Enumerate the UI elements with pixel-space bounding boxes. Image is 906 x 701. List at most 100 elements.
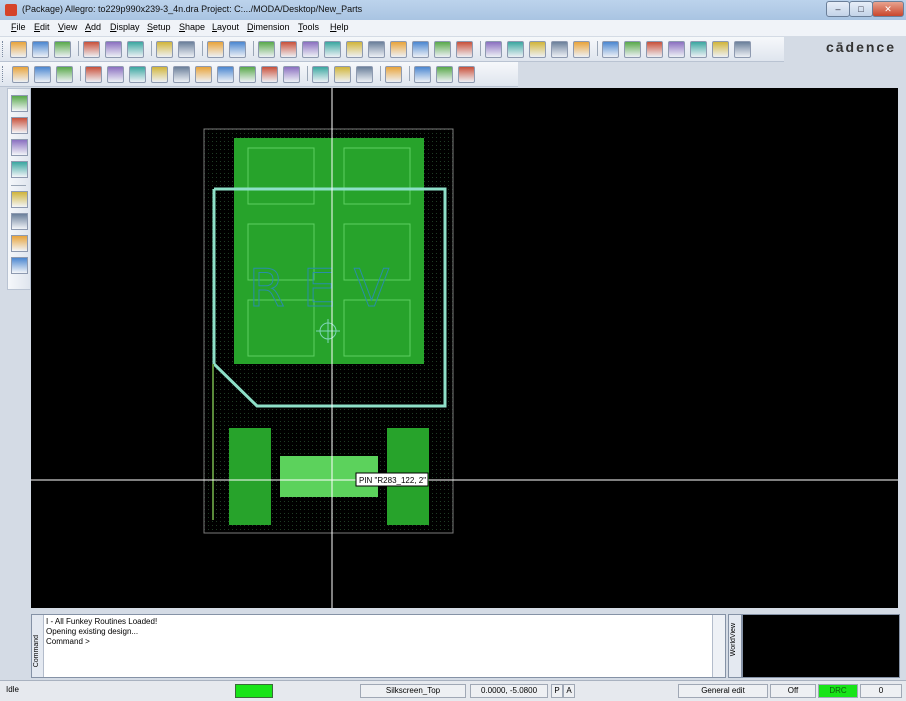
status-active-layer[interactable]: Silkscreen_Top xyxy=(360,684,466,698)
text-edit-icon[interactable] xyxy=(11,257,28,274)
toolbar-separator xyxy=(253,41,254,56)
menu-layout[interactable]: Layout xyxy=(212,22,239,32)
report-icon[interactable] xyxy=(436,66,453,83)
print-icon[interactable] xyxy=(734,41,751,58)
stack-icon[interactable] xyxy=(551,41,568,58)
grid-icon[interactable] xyxy=(485,41,502,58)
zoom-world-icon[interactable] xyxy=(324,41,341,58)
undo-icon[interactable] xyxy=(156,41,173,58)
properties-icon[interactable] xyxy=(646,41,663,58)
line-draw-icon[interactable] xyxy=(11,191,28,208)
via-icon[interactable] xyxy=(34,66,51,83)
worldview-tab-label: WorldView xyxy=(730,623,737,657)
circle-icon[interactable] xyxy=(151,66,168,83)
pin-icon[interactable] xyxy=(12,66,29,83)
square-icon[interactable] xyxy=(239,66,256,83)
zoom-previous-icon[interactable] xyxy=(390,41,407,58)
select-icon[interactable] xyxy=(173,66,190,83)
unfix-icon[interactable] xyxy=(229,41,246,58)
shape-icon[interactable] xyxy=(56,66,73,83)
status-a-button[interactable]: A xyxy=(563,684,575,698)
layer-icon[interactable] xyxy=(507,41,524,58)
pad-1[interactable] xyxy=(229,428,271,525)
console-scrollbar[interactable] xyxy=(712,615,725,677)
open-icon[interactable] xyxy=(32,41,49,58)
left-toolbar xyxy=(7,88,31,290)
toolbar-grip[interactable] xyxy=(2,41,6,57)
move-icon[interactable] xyxy=(83,41,100,58)
status-off: Off xyxy=(770,684,816,698)
command-prompt[interactable]: Command > xyxy=(46,637,90,646)
maximize-button[interactable]: □ xyxy=(849,1,873,17)
fix-icon[interactable] xyxy=(207,41,224,58)
3d-view-icon[interactable] xyxy=(434,41,451,58)
status-drc[interactable]: DRC xyxy=(818,684,858,698)
zoom-in-icon[interactable] xyxy=(280,41,297,58)
color-icon[interactable] xyxy=(456,41,473,58)
console-tab[interactable]: Command xyxy=(32,615,44,677)
line-icon[interactable] xyxy=(107,66,124,83)
worldview-tab[interactable]: WorldView xyxy=(728,614,742,678)
help-icon[interactable] xyxy=(458,66,475,83)
toolbar-separator xyxy=(151,41,152,56)
menu-setup[interactable]: Setup xyxy=(147,22,171,32)
worldview-panel[interactable] xyxy=(742,614,900,678)
info-icon[interactable] xyxy=(602,41,619,58)
text-add-icon[interactable] xyxy=(11,235,28,252)
rect-draw-icon[interactable] xyxy=(11,213,28,230)
shadow-icon[interactable] xyxy=(529,41,546,58)
toolbar-separator xyxy=(409,66,410,81)
measure-icon[interactable] xyxy=(624,41,641,58)
menu-shape[interactable]: Shape xyxy=(179,22,205,32)
menu-add[interactable]: Add xyxy=(85,22,101,32)
snapshot-icon[interactable] xyxy=(385,66,402,83)
component-icon[interactable] xyxy=(312,66,329,83)
menu-file[interactable]: File xyxy=(11,22,26,32)
text-icon[interactable] xyxy=(11,139,28,156)
rect-icon[interactable] xyxy=(129,66,146,83)
menu-help[interactable]: Help xyxy=(330,22,349,32)
menu-view[interactable]: View xyxy=(58,22,77,32)
round-icon[interactable] xyxy=(261,66,278,83)
width-icon[interactable] xyxy=(356,66,373,83)
toolbar-grip[interactable] xyxy=(2,66,6,82)
dimension-icon[interactable] xyxy=(85,66,102,83)
ratsnest-icon[interactable] xyxy=(712,41,729,58)
delete-icon[interactable] xyxy=(127,41,144,58)
zoom-fit-icon[interactable] xyxy=(368,41,385,58)
menu-dimension[interactable]: Dimension xyxy=(247,22,290,32)
view-icon[interactable] xyxy=(573,41,590,58)
pin-tooltip-text: PIN "R283_122, 2" xyxy=(359,476,426,485)
height-icon[interactable] xyxy=(334,66,351,83)
copy-icon[interactable] xyxy=(105,41,122,58)
cadence-logo: cādence xyxy=(825,39,896,55)
redo-icon[interactable] xyxy=(178,41,195,58)
menu-edit[interactable]: Edit xyxy=(34,22,50,32)
zoom-points-icon[interactable] xyxy=(258,41,275,58)
new-icon[interactable] xyxy=(10,41,27,58)
thermal-pad[interactable] xyxy=(234,138,424,364)
filter-icon[interactable] xyxy=(668,41,685,58)
show-icon[interactable] xyxy=(690,41,707,58)
allegro-app-icon xyxy=(5,4,17,16)
window-icon[interactable] xyxy=(414,66,431,83)
status-drc-count: 0 xyxy=(860,684,902,698)
pencil-icon[interactable] xyxy=(11,95,28,112)
frame-icon[interactable] xyxy=(217,66,234,83)
menu-tools[interactable]: Tools xyxy=(298,22,319,32)
screen-icon[interactable] xyxy=(283,66,300,83)
pin-add-icon[interactable] xyxy=(11,117,28,134)
arrow-icon[interactable] xyxy=(11,161,28,178)
minimize-button[interactable]: – xyxy=(826,1,850,17)
design-canvas[interactable]: REV PIN "R283_122, 2" xyxy=(31,88,898,608)
menu-display[interactable]: Display xyxy=(110,22,140,32)
polygon-icon[interactable] xyxy=(195,66,212,83)
save-icon[interactable] xyxy=(54,41,71,58)
zoom-center-icon[interactable] xyxy=(346,41,363,58)
toolbar-separator xyxy=(80,66,81,81)
close-button[interactable]: ✕ xyxy=(872,1,904,17)
status-p-button[interactable]: P xyxy=(551,684,563,698)
redraw-icon[interactable] xyxy=(412,41,429,58)
toolbar-separator xyxy=(202,41,203,56)
zoom-out-icon[interactable] xyxy=(302,41,319,58)
